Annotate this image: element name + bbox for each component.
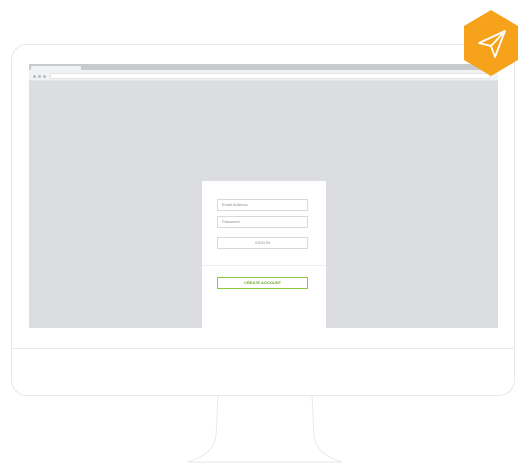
sign-in-button[interactable]: SIGN IN xyxy=(217,237,308,249)
paper-plane-badge xyxy=(464,10,518,76)
address-bar[interactable] xyxy=(50,73,490,79)
window-close-icon[interactable] xyxy=(33,75,36,78)
window-maximize-icon[interactable] xyxy=(43,75,46,78)
monitor-stand xyxy=(187,396,343,463)
email-field[interactable]: Email Address xyxy=(217,199,308,211)
monitor-chin-divider xyxy=(11,348,515,349)
password-field[interactable]: Password xyxy=(217,216,308,228)
card-divider xyxy=(202,265,326,266)
create-account-button[interactable]: CREATE ACCOUNT xyxy=(217,277,308,289)
window-minimize-icon[interactable] xyxy=(38,75,41,78)
